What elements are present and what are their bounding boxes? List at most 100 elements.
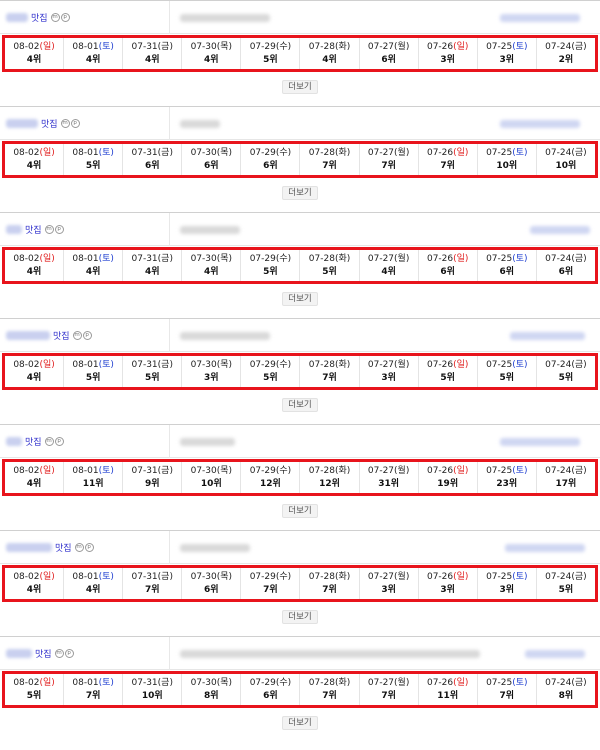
store-name-suffix[interactable]: 맛집 — [25, 223, 42, 236]
date-label: 07-29 — [249, 465, 276, 476]
ranking-entry: 맛집 m p 08-02(일) 4위 08-01(토) 11위 07-31(금) 9위 07-30… — [0, 424, 600, 530]
rank-cell: 07-31(금) 10위 — [123, 674, 183, 705]
rank-value: 7위 — [440, 160, 455, 171]
rank-date: 07-27(월) — [368, 359, 409, 372]
weekday-label: (금) — [571, 359, 587, 370]
redacted-link[interactable] — [525, 650, 585, 658]
date-label: 08-02 — [13, 359, 40, 370]
redacted-link[interactable] — [510, 332, 585, 340]
mobile-badge-icon: m — [72, 331, 82, 340]
rank-value: 8위 — [204, 690, 219, 701]
more-button[interactable]: 더보기 — [282, 398, 318, 412]
mobile-badge-icon: m — [44, 225, 54, 234]
store-name-area[interactable]: 맛집 m p — [0, 213, 170, 246]
date-label: 07-25 — [486, 41, 513, 52]
more-button[interactable]: 더보기 — [282, 80, 318, 94]
rank-value: 23위 — [496, 478, 518, 489]
weekday-label: (월) — [394, 571, 410, 582]
more-button[interactable]: 더보기 — [282, 610, 318, 624]
rank-value: 4위 — [204, 54, 219, 65]
ranking-entry: 맛집 m p 08-02(일) 4위 08-01(토) 4위 07-31(금) 4위 07-30(… — [0, 212, 600, 318]
rank-date: 07-28(화) — [309, 359, 350, 372]
rank-cell: 07-25(토) 6위 — [478, 250, 537, 281]
date-label: 07-31 — [131, 147, 158, 158]
rank-cell: 07-25(토) 23위 — [478, 462, 537, 493]
weekday-label: (토) — [98, 147, 114, 158]
redacted-link[interactable] — [530, 226, 590, 234]
redacted-link[interactable] — [500, 14, 580, 22]
rank-cell: 08-02(일) 4위 — [5, 462, 65, 493]
date-label: 07-27 — [367, 359, 395, 370]
rank-date: 07-30(목) — [191, 465, 232, 478]
more-button[interactable]: 더보기 — [282, 504, 318, 518]
store-name-area[interactable]: 맛집 m p — [0, 1, 170, 34]
rank-value: 5위 — [558, 584, 574, 595]
rank-value: 5위 — [558, 372, 574, 383]
rank-date: 08-01(토) — [72, 147, 113, 160]
store-name-suffix[interactable]: 맛집 — [41, 117, 58, 130]
rank-value: 4위 — [26, 266, 42, 277]
store-name-area[interactable]: 맛집 m p — [0, 107, 170, 140]
rank-value: 7위 — [263, 584, 278, 595]
rank-value: 6위 — [381, 54, 396, 65]
store-name-area[interactable]: 맛집 m p — [0, 531, 170, 564]
rank-cell: 08-01(토) 11위 — [64, 462, 124, 493]
ranking-entry: 맛집 m p 08-02(일) 4위 08-01(토) 4위 07-31(금) 7위 07-30(… — [0, 530, 600, 636]
redacted-link[interactable] — [505, 544, 585, 552]
store-name-suffix[interactable]: 맛집 — [53, 329, 70, 342]
entry-header: 맛집 m p — [0, 0, 600, 34]
weekday-label: (일) — [39, 677, 55, 688]
rank-value: 10위 — [496, 160, 518, 171]
date-label: 07-27 — [367, 571, 395, 582]
weekday-label: (화) — [334, 147, 351, 158]
date-label: 08-01 — [72, 41, 99, 52]
ranking-list: 맛집 m p 08-02(일) 4위 08-01(토) 4위 07-31(금) 4위 07-30(… — [0, 0, 600, 742]
redacted-link[interactable] — [500, 120, 580, 128]
store-name-area[interactable]: 맛집 m p — [0, 637, 170, 670]
rank-value: 4위 — [204, 266, 219, 277]
rank-value: 5위 — [144, 372, 160, 383]
weekday-label: (수) — [275, 41, 292, 52]
date-label: 07-29 — [249, 571, 276, 582]
date-label: 07-27 — [367, 253, 395, 264]
rank-cell: 07-29(수) 5위 — [241, 250, 301, 281]
rank-date: 08-01(토) — [72, 677, 113, 690]
weekday-label: (일) — [39, 359, 55, 370]
rank-value: 6위 — [263, 690, 278, 701]
store-name-suffix[interactable]: 맛집 — [35, 647, 52, 660]
rank-date: 07-30(목) — [191, 253, 232, 266]
mobile-badge-icon: m — [50, 13, 60, 22]
rank-value: 9위 — [144, 478, 160, 489]
date-label: 07-30 — [190, 465, 217, 476]
rank-value: 6위 — [144, 160, 160, 171]
store-name-suffix[interactable]: 맛집 — [25, 435, 42, 448]
more-button[interactable]: 더보기 — [282, 292, 318, 306]
more-button[interactable]: 더보기 — [282, 716, 318, 730]
rank-cell: 07-31(금) 4위 — [123, 250, 183, 281]
rank-date: 07-27(월) — [368, 41, 409, 54]
store-name-suffix[interactable]: 맛집 — [55, 541, 72, 554]
rank-value: 7위 — [322, 160, 337, 171]
weekday-label: (월) — [394, 41, 410, 52]
redacted-address — [180, 120, 220, 128]
rank-value: 5위 — [263, 54, 278, 65]
rank-value: 4위 — [26, 54, 42, 65]
rank-date: 07-31(금) — [132, 253, 173, 266]
weekday-label: (수) — [275, 147, 292, 158]
date-label: 07-26 — [426, 147, 454, 158]
rank-cell: 08-02(일) 5위 — [5, 674, 65, 705]
store-name-area[interactable]: 맛집 m p — [0, 425, 170, 458]
date-label: 08-01 — [72, 465, 99, 476]
store-name-suffix[interactable]: 맛집 — [31, 11, 48, 24]
store-name-area[interactable]: 맛집 m p — [0, 319, 170, 352]
rank-date: 07-29(수) — [250, 253, 291, 266]
weekday-label: (토) — [512, 465, 528, 476]
date-label: 08-02 — [13, 571, 40, 582]
date-label: 07-27 — [367, 677, 395, 688]
rank-cell: 07-29(수) 5위 — [241, 38, 301, 69]
entry-header: 맛집 m p — [0, 318, 600, 352]
more-button[interactable]: 더보기 — [282, 186, 318, 200]
weekday-label: (금) — [157, 147, 173, 158]
rank-value: 5위 — [85, 372, 101, 383]
redacted-link[interactable] — [500, 438, 580, 446]
